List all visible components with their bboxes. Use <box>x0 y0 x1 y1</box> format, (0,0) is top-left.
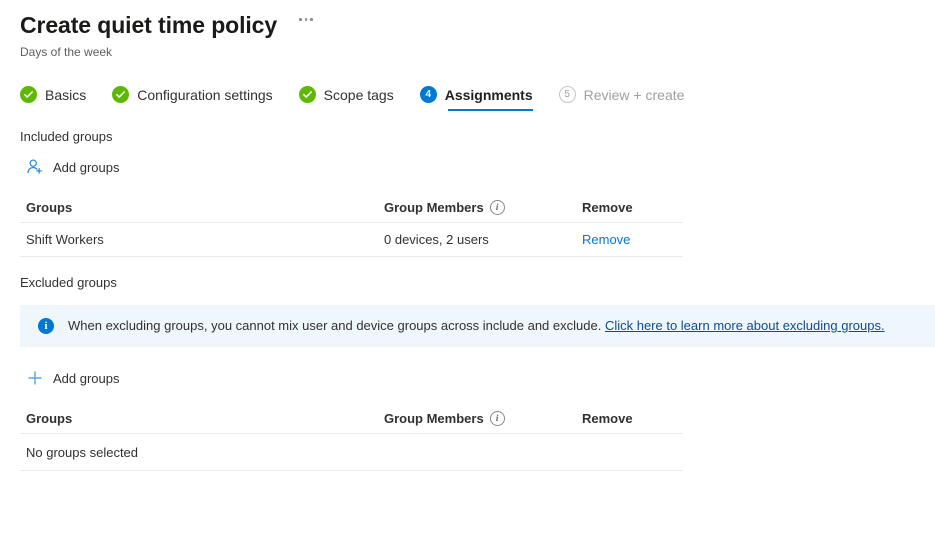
more-options-icon[interactable] <box>295 14 317 25</box>
column-header-group-members-label: Group Members <box>384 411 484 426</box>
wizard-step-label: Basics <box>45 87 86 103</box>
included-add-groups-button[interactable]: Add groups <box>26 158 120 176</box>
check-circle-icon <box>20 86 37 103</box>
column-header-group-members-label: Group Members <box>384 200 484 215</box>
ellipsis-dot <box>310 18 313 21</box>
table-header-row: Groups Group Members i Remove <box>20 404 683 434</box>
step-number-badge: 4 <box>420 86 437 103</box>
info-banner-text: When excluding groups, you cannot mix us… <box>68 317 885 335</box>
column-header-groups: Groups <box>20 411 384 426</box>
learn-more-link[interactable]: Click here to learn more about excluding… <box>605 318 885 333</box>
excluded-add-groups-label: Add groups <box>53 371 120 386</box>
info-icon: i <box>38 318 54 334</box>
included-add-groups-label: Add groups <box>53 160 120 175</box>
ellipsis-dot <box>299 18 302 21</box>
wizard-step-label: Assignments <box>445 87 533 103</box>
wizard-step-label: Configuration settings <box>137 87 272 103</box>
excluded-groups-table: Groups Group Members i Remove No groups … <box>20 404 683 471</box>
info-icon[interactable]: i <box>490 200 505 215</box>
excluded-add-groups-button[interactable]: Add groups <box>26 369 120 387</box>
column-header-group-members: Group Members i <box>384 411 582 426</box>
wizard-step-scope-tags[interactable]: Scope tags <box>299 86 394 111</box>
wizard-step-label: Review + create <box>584 87 685 103</box>
excluded-groups-content: Add groups Groups Group Members i Remove… <box>0 347 935 471</box>
column-header-group-members: Group Members i <box>384 200 582 215</box>
check-circle-icon <box>299 86 316 103</box>
included-groups-label: Included groups <box>20 129 935 144</box>
column-header-groups: Groups <box>20 200 384 215</box>
empty-state-text: No groups selected <box>20 445 384 460</box>
excluded-groups-label: Excluded groups <box>20 275 935 290</box>
cell-group-name: Shift Workers <box>20 232 384 247</box>
step-number-badge: 5 <box>559 86 576 103</box>
column-header-remove: Remove <box>582 200 677 215</box>
info-icon[interactable]: i <box>490 411 505 426</box>
remove-group-link[interactable]: Remove <box>582 232 630 247</box>
info-banner-message: When excluding groups, you cannot mix us… <box>68 318 601 333</box>
person-add-icon <box>26 158 44 176</box>
excluded-groups-info-banner: i When excluding groups, you cannot mix … <box>20 305 935 347</box>
page-subtitle: Days of the week <box>20 44 935 60</box>
assignments-content: Included groups Add groups Groups Group … <box>0 129 935 290</box>
table-header-row: Groups Group Members i Remove <box>20 193 683 223</box>
wizard-steps: Basics Configuration settings Scope tags… <box>0 86 935 111</box>
plus-icon <box>26 369 44 387</box>
wizard-step-review-create[interactable]: 5 Review + create <box>559 86 685 111</box>
wizard-step-label: Scope tags <box>324 87 394 103</box>
column-header-remove: Remove <box>582 411 677 426</box>
included-groups-table: Groups Group Members i Remove Shift Work… <box>20 193 683 257</box>
page-header: Create quiet time policy Days of the wee… <box>0 0 935 60</box>
wizard-step-basics[interactable]: Basics <box>20 86 86 111</box>
ellipsis-dot <box>305 18 308 21</box>
check-circle-icon <box>112 86 129 103</box>
table-empty-row: No groups selected <box>20 434 683 471</box>
wizard-step-configuration-settings[interactable]: Configuration settings <box>112 86 272 111</box>
title-row: Create quiet time policy <box>20 10 935 40</box>
wizard-step-assignments[interactable]: 4 Assignments <box>420 86 533 111</box>
cell-group-members: 0 devices, 2 users <box>384 232 582 247</box>
table-row: Shift Workers 0 devices, 2 users Remove <box>20 223 683 257</box>
page-title: Create quiet time policy <box>20 10 277 40</box>
